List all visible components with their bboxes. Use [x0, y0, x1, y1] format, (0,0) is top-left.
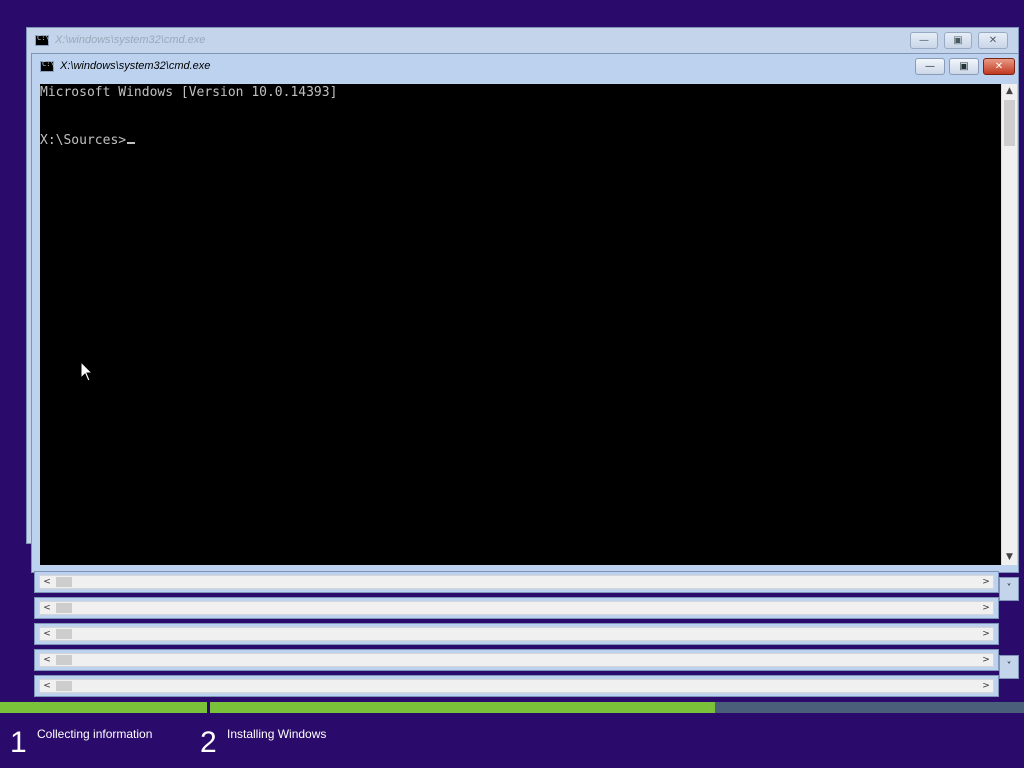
- prompt-line: X:\Sources>: [40, 133, 136, 149]
- window-strip[interactable]: < >: [34, 649, 999, 671]
- close-icon: ✕: [994, 61, 1004, 72]
- scroll-left-button[interactable]: <: [40, 601, 54, 615]
- horizontal-scrollbar[interactable]: < >: [39, 601, 994, 615]
- horizontal-scrollbar[interactable]: < >: [39, 627, 994, 641]
- window-title: X:\windows\system32\cmd.exe: [55, 34, 206, 46]
- step2-progress-bar: [210, 702, 1024, 713]
- scroll-left-button[interactable]: <: [40, 627, 54, 641]
- close-button[interactable]: ✕: [983, 58, 1015, 75]
- maximize-icon: ▣: [953, 35, 963, 46]
- maximize-icon: ▣: [959, 61, 969, 72]
- text-caret: [127, 142, 136, 144]
- close-button[interactable]: ✕: [978, 32, 1008, 49]
- scroll-right-button[interactable]: >: [979, 575, 993, 589]
- window-strip[interactable]: < >: [34, 623, 999, 645]
- cmd-icon: [40, 60, 55, 72]
- step2-progress-fill: [210, 702, 715, 713]
- step1-number: 1: [10, 726, 27, 759]
- horizontal-scrollbar[interactable]: < >: [39, 653, 994, 667]
- minimize-button[interactable]: —: [915, 58, 945, 75]
- window-title: X:\windows\system32\cmd.exe: [60, 60, 211, 72]
- step1-progress-bar: [0, 702, 207, 713]
- scroll-right-button[interactable]: >: [979, 653, 993, 667]
- scroll-right-button[interactable]: >: [979, 601, 993, 615]
- scroll-right-button[interactable]: >: [979, 627, 993, 641]
- scroll-thumb[interactable]: [56, 681, 72, 691]
- vertical-scrollbar[interactable]: ▲ ▼: [1001, 84, 1017, 565]
- step1-progress-fill: [0, 702, 207, 713]
- maximize-button[interactable]: ▣: [944, 32, 972, 49]
- scroll-left-button[interactable]: <: [40, 653, 54, 667]
- titlebar[interactable]: X:\windows\system32\cmd.exe — ▣ ✕: [27, 28, 1018, 54]
- scroll-thumb[interactable]: [1004, 100, 1015, 146]
- mouse-pointer-icon: [80, 361, 94, 382]
- step2-number: 2: [200, 726, 217, 759]
- scroll-thumb[interactable]: [56, 603, 72, 613]
- close-icon: ✕: [988, 35, 998, 46]
- minimize-icon: —: [925, 61, 935, 72]
- cmd-icon: [35, 34, 50, 46]
- setup-footer: [0, 713, 1024, 768]
- version-line: Microsoft Windows [Version 10.0.14393]: [40, 85, 338, 100]
- window-strip[interactable]: < >: [34, 571, 999, 593]
- window-strip[interactable]: < >: [34, 597, 999, 619]
- scroll-down-button[interactable]: ˅: [999, 577, 1019, 601]
- scroll-right-button[interactable]: >: [979, 679, 993, 693]
- prompt-text: X:\Sources>: [40, 133, 127, 148]
- scroll-down-button[interactable]: ▼: [1002, 550, 1017, 565]
- step1-label: Collecting information: [37, 727, 153, 741]
- scroll-down-button[interactable]: ˅: [999, 655, 1019, 679]
- minimize-icon: —: [919, 35, 929, 46]
- titlebar[interactable]: X:\windows\system32\cmd.exe — ▣ ✕: [32, 54, 1018, 80]
- scroll-left-button[interactable]: <: [40, 575, 54, 589]
- minimize-button[interactable]: —: [910, 32, 938, 49]
- horizontal-scrollbar[interactable]: < >: [39, 575, 994, 589]
- scroll-thumb[interactable]: [56, 577, 72, 587]
- horizontal-scrollbar[interactable]: < >: [39, 679, 994, 693]
- cmd-window[interactable]: X:\windows\system32\cmd.exe — ▣ ✕ Micros…: [31, 53, 1019, 573]
- scroll-up-button[interactable]: ▲: [1002, 84, 1017, 99]
- step2-label: Installing Windows: [227, 727, 327, 741]
- scroll-thumb[interactable]: [56, 629, 72, 639]
- console-output[interactable]: Microsoft Windows [Version 10.0.14393] X…: [40, 84, 1001, 565]
- scroll-thumb[interactable]: [56, 655, 72, 665]
- window-strip[interactable]: < >: [34, 675, 999, 697]
- maximize-button[interactable]: ▣: [949, 58, 979, 75]
- scroll-left-button[interactable]: <: [40, 679, 54, 693]
